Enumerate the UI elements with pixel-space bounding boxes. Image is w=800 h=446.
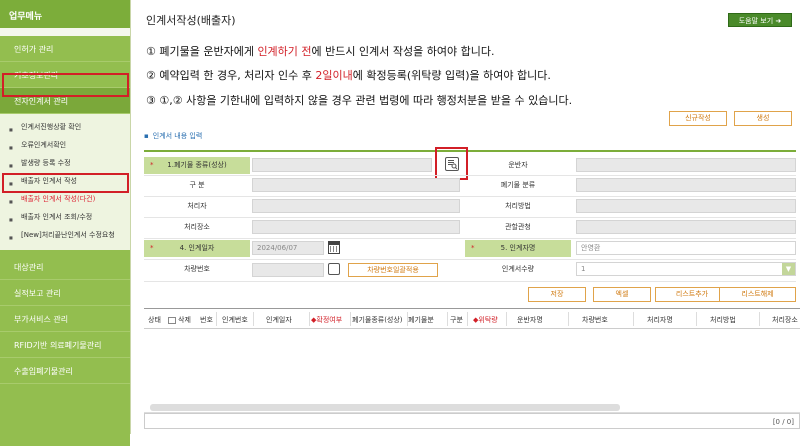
highlight-box: [2, 73, 129, 97]
vehicle-label: 차량번호: [184, 265, 210, 273]
submenu-item-error[interactable]: 오류인계서확인: [0, 136, 130, 154]
processor-label: 처리자: [187, 202, 207, 210]
process-method-label: 처리방법: [505, 202, 531, 210]
sidebar-item-rfid[interactable]: RFID기반 의료폐기물관리: [0, 332, 130, 358]
col-processor: 처리자명: [647, 316, 673, 324]
row-divider: [144, 196, 796, 197]
col-process-place: 처리장소: [772, 316, 798, 324]
row-divider: [144, 217, 796, 218]
carrier-label: 운반자: [508, 161, 528, 169]
column-divider: [506, 312, 507, 326]
submenu-item-edit-request[interactable]: [New]처리끝난인계서 수정요청: [0, 226, 130, 244]
processor-input[interactable]: [252, 199, 460, 213]
submenu-item-amount[interactable]: 발생량 등록 수정: [0, 154, 130, 172]
column-divider: [309, 312, 310, 326]
column-divider: [696, 312, 697, 326]
list-save-button[interactable]: 저장: [528, 287, 586, 302]
col-handover-date: 인계일자: [266, 316, 292, 324]
column-divider: [216, 312, 217, 326]
sidebar-item-target[interactable]: 대상관리: [0, 254, 130, 280]
section-title: 인계서 내용 입력: [144, 131, 203, 141]
search-icon[interactable]: [328, 263, 340, 275]
vehicle-input[interactable]: [252, 263, 324, 277]
column-divider: [447, 312, 448, 326]
handover-date-input[interactable]: 2024/06/07: [252, 241, 324, 255]
waste-type-label: * 1.폐기물 종류(성상): [144, 157, 250, 174]
handover-person-input[interactable]: 안영환: [576, 241, 796, 255]
excel-button[interactable]: 엑셀: [593, 287, 651, 302]
col-category: 구분: [450, 316, 463, 324]
sidebar-header: 업무메뉴: [0, 0, 130, 28]
category-label: 구 분: [189, 181, 205, 189]
row-divider: [144, 259, 796, 260]
handover-person-label: * 5. 인계자명: [465, 240, 571, 257]
checkbox-icon[interactable]: [168, 316, 176, 324]
col-consign-qty: ◆위탁량: [473, 316, 498, 324]
handover-qty-label: 인계서수량: [501, 265, 535, 273]
table-footer: [144, 413, 800, 429]
new-button[interactable]: 신규작성: [669, 111, 727, 126]
process-method-input[interactable]: [576, 199, 796, 213]
notice-3: ③ ①,② 사항을 기한내에 입력하지 않을 경우 관련 법령에 따라 행정처분…: [146, 94, 573, 107]
sidebar-item-report[interactable]: 실적보고 관리: [0, 280, 130, 306]
col-carrier: 운반자명: [517, 316, 543, 324]
sidebar-item-permit[interactable]: 인허가 관리: [0, 36, 130, 62]
column-divider: [253, 312, 254, 326]
sidebar: 업무메뉴 인허가 관리 기초정보관리 전자인계서 관리 인계서진행상황 확인 오…: [0, 0, 131, 446]
col-waste-class: 폐기물분: [408, 316, 434, 324]
highlight-box: [2, 173, 129, 193]
col-vehicle: 차량번호: [582, 316, 608, 324]
pager-count: [0 / 0]: [772, 418, 794, 426]
authority-input[interactable]: [576, 220, 796, 234]
horizontal-scrollbar[interactable]: [150, 404, 620, 411]
waste-class-input[interactable]: [576, 178, 796, 192]
page-title: 인계서작성(배출자): [146, 14, 236, 27]
arrow-icon: ➜: [775, 17, 782, 25]
column-divider: [350, 312, 351, 326]
main-content: 인계서작성(배출자) 도움말 보기 ➜ ① 폐기물을 운반자에게 인계하기 전에…: [132, 0, 800, 434]
handover-qty-select[interactable]: 1 ▼: [576, 262, 796, 276]
sidebar-menu: 인허가 관리 기초정보관리 전자인계서 관리 인계서진행상황 확인 오류인계서확…: [0, 36, 130, 446]
notice-2: ② 예약입력 한 경우, 처리자 인수 후 2일이내에 확정등록(위탁량 입력)…: [146, 69, 551, 82]
waste-class-label: 폐기물 분류: [500, 181, 536, 189]
table-header: 상태 삭제 번호 인계번호 인계일자 ◆확정여부 폐기물종류(성상) 폐기물분 …: [144, 308, 800, 329]
submenu-item-progress[interactable]: 인계서진행상황 확인: [0, 118, 130, 136]
row-divider: [144, 238, 796, 239]
create-button[interactable]: 생성: [734, 111, 792, 126]
process-place-input[interactable]: [252, 220, 460, 234]
handover-date-label: * 4. 인계일자: [144, 240, 250, 257]
col-status: 상태: [148, 316, 161, 324]
chevron-down-icon: ▼: [782, 263, 795, 275]
notice-1: ① 폐기물을 운반자에게 인계하기 전에 반드시 인계서 작성을 하여야 합니다…: [146, 45, 495, 58]
list-add-button[interactable]: 리스트추가: [655, 287, 729, 302]
authority-label: 관할관청: [505, 223, 531, 231]
submenu-item-search[interactable]: 배출자 인계서 조회/수정: [0, 208, 130, 226]
help-button[interactable]: 도움말 보기 ➜: [728, 13, 792, 27]
sidebar-item-extra[interactable]: 부가서비스 관리: [0, 306, 130, 332]
col-delete[interactable]: 삭제: [168, 315, 191, 325]
table-body: [144, 329, 800, 413]
sidebar-item-import-export[interactable]: 수출입폐기물관리: [0, 358, 130, 384]
col-waste-type: 폐기물종류(성상): [352, 316, 403, 324]
column-divider: [568, 312, 569, 326]
calendar-icon[interactable]: [328, 241, 340, 254]
row-divider: [144, 175, 796, 176]
col-confirm: ◆확정여부: [311, 316, 343, 324]
col-number: 번호: [200, 316, 213, 324]
list-clear-button[interactable]: 리스트해제: [719, 287, 796, 302]
col-process-method: 처리방법: [710, 316, 736, 324]
category-input[interactable]: [252, 178, 460, 192]
col-handover-no: 인계번호: [222, 316, 248, 324]
vehicle-batch-button[interactable]: 차량번호일괄적용: [348, 263, 438, 277]
carrier-input[interactable]: [576, 158, 796, 172]
process-place-label: 처리장소: [184, 223, 210, 231]
column-divider: [467, 312, 468, 326]
column-divider: [633, 312, 634, 326]
form-top-divider: [144, 150, 796, 152]
waste-type-input[interactable]: [252, 158, 432, 172]
row-divider: [144, 281, 796, 282]
column-divider: [759, 312, 760, 326]
